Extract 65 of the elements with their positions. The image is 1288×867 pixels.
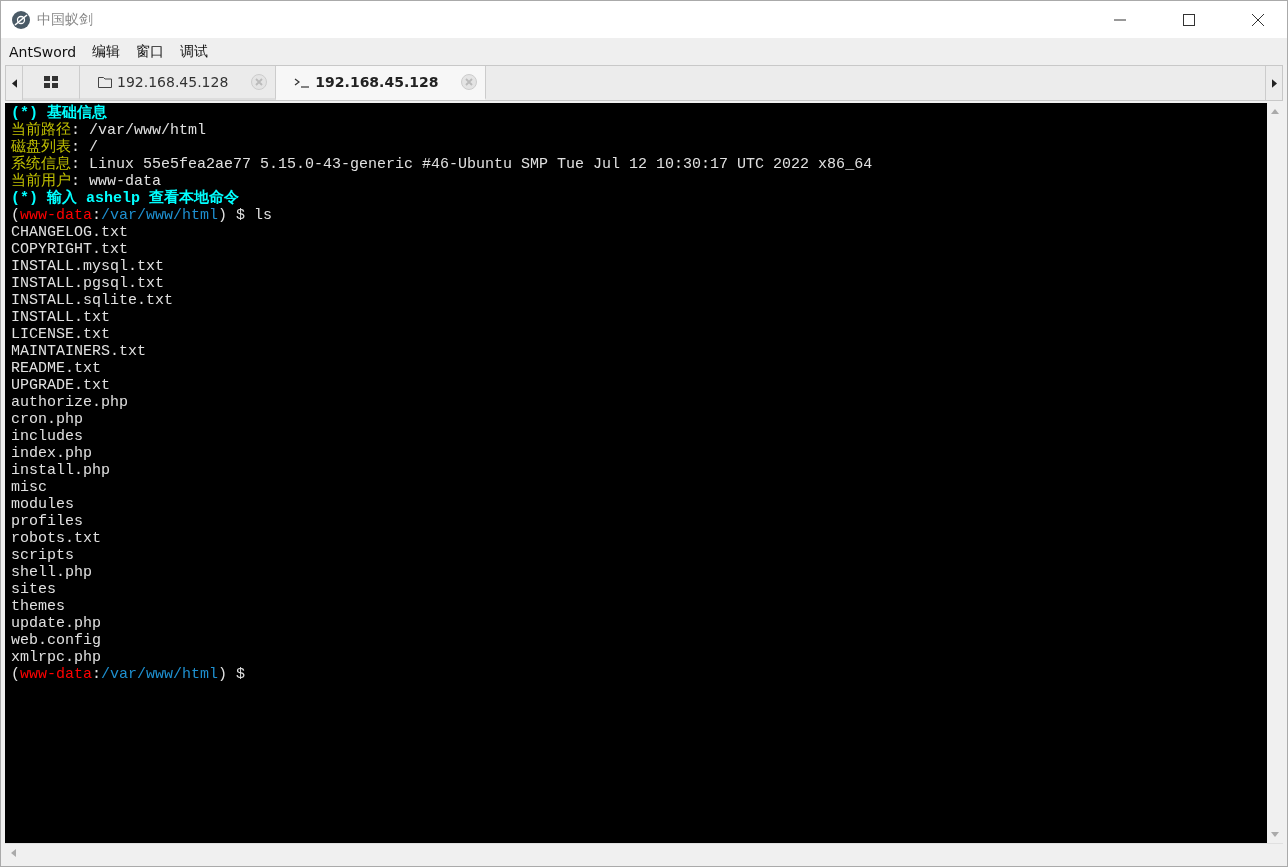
terminal-text: xmlrpc.php [11, 649, 101, 666]
caret-icon [1271, 78, 1277, 88]
terminal-text: (*) 输入 ashelp 查看本地命令 [11, 190, 240, 207]
terminal-text: misc [11, 479, 47, 496]
terminal-text: ( [11, 666, 20, 683]
terminal-text: shell.php [11, 564, 92, 581]
terminal-text: install.php [11, 462, 111, 479]
menu-item[interactable]: 调试 [180, 42, 209, 61]
terminal-text: : / [71, 139, 98, 156]
window-title: 中国蚁剑 [37, 10, 93, 29]
terminal-text: 当前用户 [11, 173, 71, 190]
terminal-text: robots.txt [11, 530, 101, 547]
terminal-text: /var/www/html [101, 207, 219, 224]
terminal-text: INSTALL.sqlite.txt [11, 292, 174, 309]
terminal-text: sites [11, 581, 56, 598]
terminal-text: CHANGELOG.txt [11, 224, 129, 241]
terminal-text: profiles [11, 513, 83, 530]
terminal-text: /var/www/html [101, 666, 219, 683]
terminal-text: update.php [11, 615, 101, 632]
caret-icon[interactable] [1271, 832, 1279, 837]
terminal-icon [294, 76, 311, 88]
terminal-text: UPGRADE.txt [11, 377, 111, 394]
terminal-text: COPYRIGHT.txt [11, 241, 129, 258]
terminal-text: authorize.php [11, 394, 129, 411]
grid-icon [44, 76, 58, 88]
menu-item[interactable]: 窗口 [136, 42, 165, 61]
terminal-text: INSTALL.pgsql.txt [11, 275, 165, 292]
terminal-text: 磁盘列表 [11, 139, 71, 156]
close-icon[interactable] [1252, 13, 1264, 26]
terminal-text: : [92, 207, 102, 224]
terminal-text: includes [11, 428, 83, 445]
terminal-text: : www-data [71, 173, 161, 190]
folder-icon [98, 76, 112, 88]
terminal-text: ) $ [218, 666, 246, 683]
menu-item[interactable]: 编辑 [92, 42, 121, 61]
terminal-text: www-data [20, 207, 93, 224]
terminal-text: : [92, 666, 102, 683]
terminal-text: modules [11, 496, 74, 513]
terminal-text: www-data [20, 666, 93, 683]
terminal-text: 系统信息 [11, 156, 71, 173]
terminal-text: index.php [11, 445, 92, 462]
terminal-text: ( [11, 207, 20, 224]
maximize-icon[interactable] [1183, 13, 1195, 26]
terminal-text: ) $ ls [218, 207, 273, 224]
terminal-text: web.config [11, 632, 101, 649]
terminal-text: (*) 基础信息 [11, 105, 107, 122]
tab[interactable]: 192.168.45.128 [276, 66, 487, 100]
terminal-text: MAINTAINERS.txt [11, 343, 147, 360]
terminal-text: scripts [11, 547, 74, 564]
caret-icon[interactable] [11, 849, 16, 857]
terminal-text: INSTALL.mysql.txt [11, 258, 165, 275]
menu-item[interactable]: AntSword [9, 43, 77, 60]
logo-icon [11, 9, 31, 30]
tab[interactable]: 192.168.45.128 [80, 66, 277, 100]
caret-icon[interactable] [1271, 109, 1279, 114]
terminal-text: LICENSE.txt [11, 326, 111, 343]
terminal-text: 当前路径 [11, 122, 71, 139]
terminal-text: INSTALL.txt [11, 309, 111, 326]
terminal-text: cron.php [11, 411, 83, 428]
terminal-text: : Linux 55e5fea2ae77 5.15.0-43-generic #46-Ubuntu SMP Tue Jul 12 10:30:17 UTC 2022 x86_64 [71, 156, 873, 173]
tab[interactable] [23, 66, 80, 100]
caret-icon [11, 78, 17, 88]
terminal-text: themes [11, 598, 65, 615]
terminal-text: README.txt [11, 360, 101, 377]
terminal-text: : /var/www/html [71, 122, 207, 139]
